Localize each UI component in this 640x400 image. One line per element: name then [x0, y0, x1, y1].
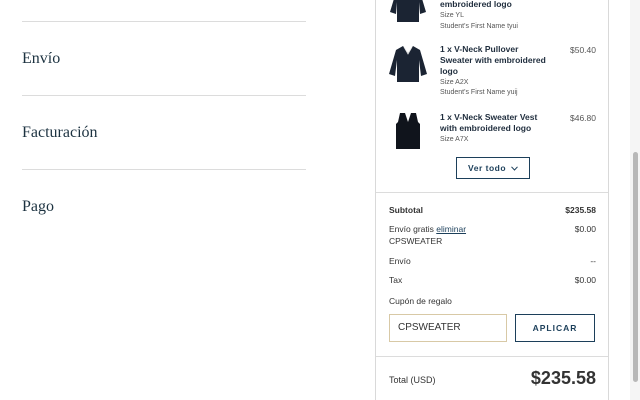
step-envio[interactable]: Envío — [22, 50, 60, 68]
item-size: Size A7X — [440, 136, 469, 143]
item-price: $46.80 — [570, 113, 596, 123]
apply-coupon-button[interactable]: APLICAR — [515, 314, 595, 342]
summary-divider — [376, 192, 608, 193]
item-name: 1 x V-Neck Pullover Sweater with embroid… — [440, 44, 546, 76]
order-summary-panel: embroidered logo Size YL Student's First… — [375, 0, 609, 400]
free-shipping-code: CPSWEATER — [389, 236, 443, 246]
step-divider — [22, 21, 306, 22]
subtotal-value: $235.58 — [565, 205, 596, 215]
tax-value: $0.00 — [574, 275, 596, 285]
remove-discount-link[interactable]: eliminar — [436, 224, 466, 234]
step-facturacion[interactable]: Facturación — [22, 124, 98, 142]
coupon-input[interactable]: CPSWEATER — [389, 314, 507, 342]
sweater-image — [389, 46, 427, 82]
item-size: Size A2X — [440, 79, 469, 86]
total-value: $235.58 — [530, 368, 596, 388]
sweater-image — [390, 0, 426, 22]
step-divider — [22, 95, 306, 96]
tax-label: Tax — [389, 275, 403, 285]
view-all-button[interactable]: Ver todo — [456, 157, 530, 179]
page-scrollbar[interactable] — [630, 0, 640, 400]
checkout-steps: Envío Facturación Pago — [0, 0, 330, 400]
chevron-down-icon — [511, 166, 518, 171]
gift-coupon-label: Cupón de regalo — [389, 296, 452, 306]
subtotal-label: Subtotal — [389, 205, 423, 215]
item-name: embroidered logo — [440, 0, 512, 9]
total-label: Total (USD) — [389, 375, 436, 385]
item-size: Size YL — [440, 12, 464, 19]
item-price: $50.40 — [570, 45, 596, 55]
item-student-name: Student's First Name yuij — [440, 89, 518, 96]
shipping-value: -- — [590, 256, 596, 266]
shipping-label: Envío — [389, 256, 411, 266]
item-name: 1 x V-Neck Sweater Vest with embroidered… — [440, 112, 538, 133]
free-shipping-row: Envío gratis eliminar — [389, 224, 466, 234]
item-student-name: Student's First Name tyui — [440, 23, 518, 30]
step-pago[interactable]: Pago — [22, 198, 54, 216]
free-shipping-label: Envío gratis — [389, 224, 434, 234]
scrollbar-thumb[interactable] — [633, 152, 638, 382]
vest-image — [396, 113, 420, 149]
view-all-label: Ver todo — [468, 163, 507, 173]
free-shipping-value: $0.00 — [574, 224, 596, 234]
total-divider — [376, 356, 608, 357]
step-divider — [22, 169, 306, 170]
